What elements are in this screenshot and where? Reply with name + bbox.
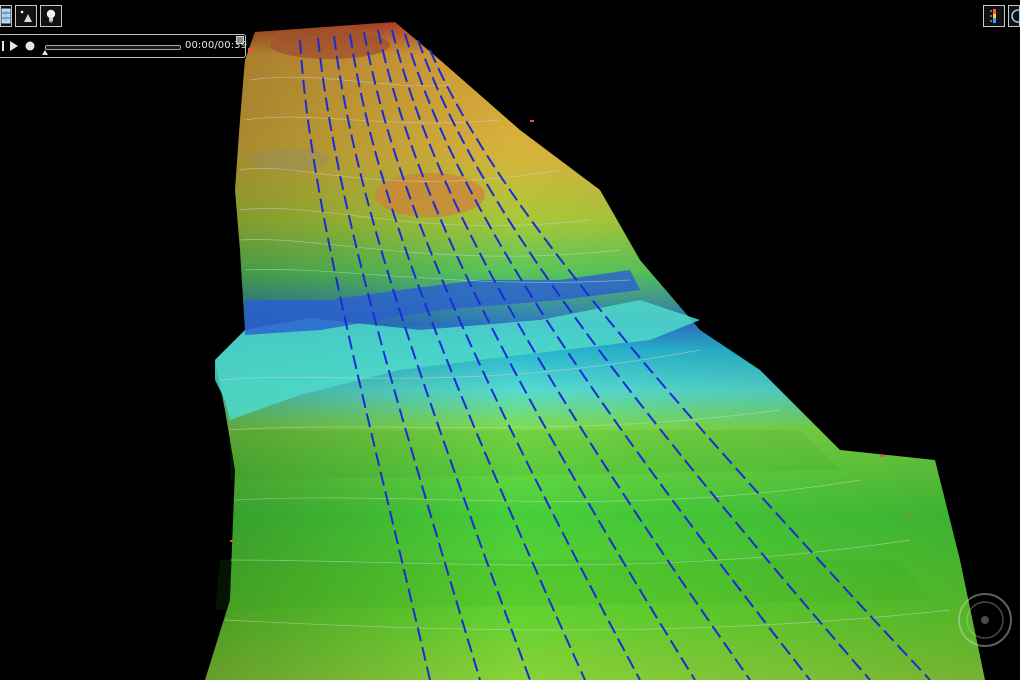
playback-bar: 00:00/00:39 xyxy=(0,34,247,58)
3d-viewport[interactable]: 00:00/00:39 xyxy=(0,0,1020,680)
terrain-shading-button[interactable] xyxy=(15,5,37,27)
filmstrip-icon xyxy=(1,8,11,24)
pause-icon[interactable] xyxy=(1,40,6,52)
close-playback-button[interactable] xyxy=(236,36,244,44)
timeline-thumb[interactable] xyxy=(42,50,48,55)
terrain-shading-icon xyxy=(20,10,32,22)
record-icon[interactable] xyxy=(24,40,36,52)
globe-button[interactable] xyxy=(1008,5,1020,27)
play-icon[interactable] xyxy=(9,40,19,52)
left-toolbar xyxy=(0,5,62,27)
navigation-compass-icon[interactable] xyxy=(955,590,1015,650)
right-toolbar xyxy=(983,5,1020,27)
timeline-track[interactable] xyxy=(45,45,181,50)
color-scale-button[interactable] xyxy=(983,5,1005,27)
lighting-button[interactable] xyxy=(40,5,62,27)
filmstrip-button[interactable] xyxy=(0,5,12,27)
color-scale-icon xyxy=(990,9,996,23)
globe-icon xyxy=(1011,9,1019,23)
lightbulb-icon xyxy=(46,9,56,23)
terrain-scene[interactable] xyxy=(0,0,1020,680)
